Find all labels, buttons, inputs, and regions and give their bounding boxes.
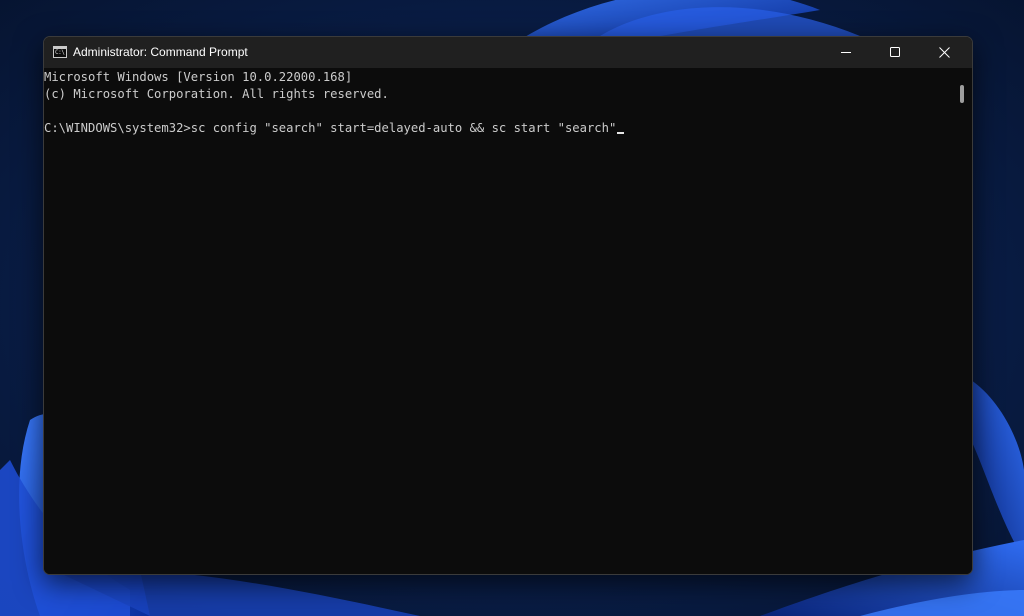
console-line-version: Microsoft Windows [Version 10.0.22000.16… <box>44 70 353 84</box>
vertical-scrollbar[interactable] <box>954 68 972 574</box>
maximize-icon <box>890 47 900 57</box>
console-prompt-command: C:\WINDOWS\system32>sc config "search" s… <box>44 121 617 135</box>
title-bar[interactable]: C:\ Administrator: Command Prompt <box>44 37 972 68</box>
command-prompt-icon[interactable]: C:\ <box>53 46 67 58</box>
close-icon <box>939 47 950 58</box>
minimize-button[interactable] <box>822 37 870 68</box>
minimize-icon <box>841 52 851 53</box>
command-prompt-window[interactable]: C:\ Administrator: Command Prompt Micros… <box>43 36 973 575</box>
maximize-button[interactable] <box>871 37 919 68</box>
close-button[interactable] <box>920 37 968 68</box>
console-line-copyright: (c) Microsoft Corporation. All rights re… <box>44 87 389 101</box>
text-cursor <box>617 132 625 134</box>
scrollbar-thumb[interactable] <box>960 85 964 103</box>
console-output[interactable]: Microsoft Windows [Version 10.0.22000.16… <box>44 68 954 574</box>
window-title: Administrator: Command Prompt <box>73 45 248 59</box>
console-command-line[interactable]: C:\WINDOWS\system32>sc config "search" s… <box>44 119 625 137</box>
